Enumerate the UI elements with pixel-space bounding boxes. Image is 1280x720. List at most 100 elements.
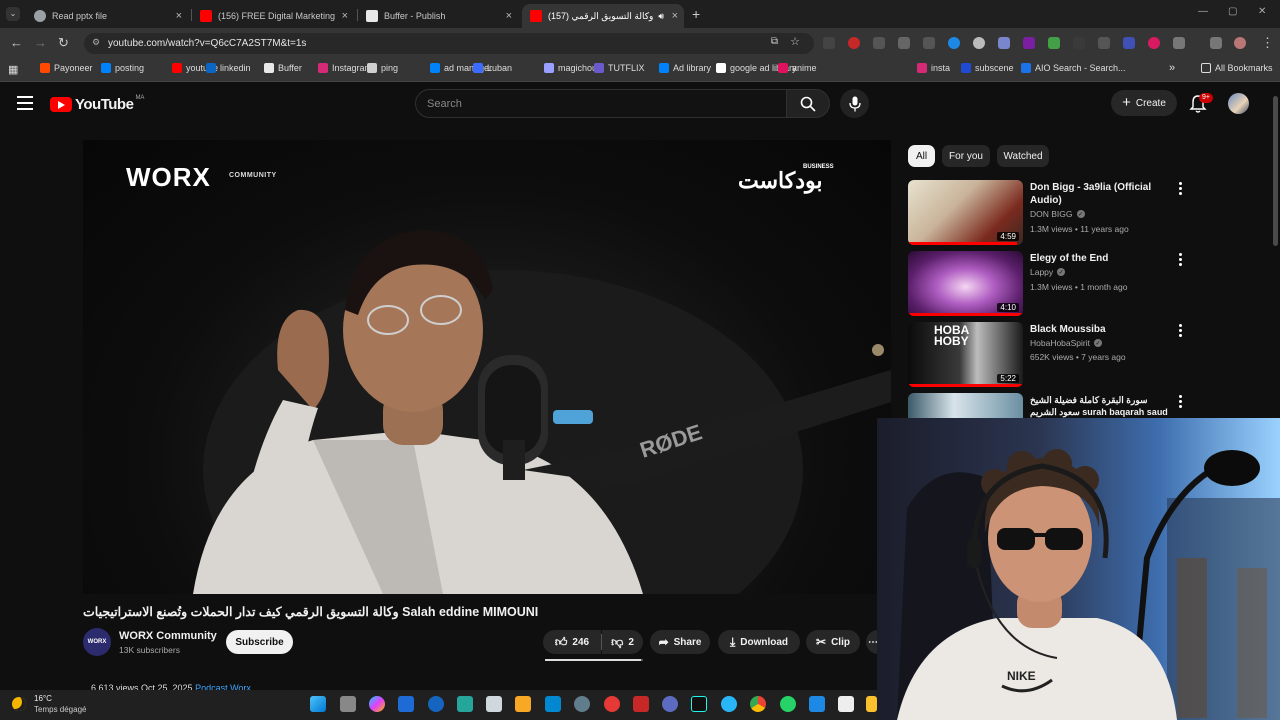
fx-extension-icon[interactable] — [823, 37, 835, 49]
bookmark-star-icon[interactable]: ☆ — [790, 35, 800, 48]
close-icon[interactable]: × — [672, 10, 678, 22]
app-l-icon[interactable] — [398, 696, 414, 712]
bookmark-item[interactable]: posting — [101, 63, 144, 73]
tab-search-button[interactable]: ⌄ — [6, 7, 20, 21]
search-button[interactable] — [786, 89, 830, 118]
opera-icon[interactable] — [604, 696, 620, 712]
bookmark-item[interactable]: insta — [917, 63, 950, 73]
task-view-icon[interactable] — [340, 696, 356, 712]
more-options-icon[interactable] — [1179, 253, 1183, 267]
bookmark-item[interactable]: Buffer — [264, 63, 302, 73]
hamburger-menu-icon[interactable] — [17, 96, 33, 110]
file-explorer-icon[interactable] — [866, 696, 877, 712]
store-icon[interactable] — [515, 696, 531, 712]
globe-extension-icon[interactable] — [973, 37, 985, 49]
weather-temperature[interactable]: 16°C — [34, 694, 52, 703]
all-bookmarks-folder[interactable]: All Bookmarks — [1201, 63, 1273, 73]
bookmark-item[interactable]: ping — [367, 63, 398, 73]
camera-extension-icon[interactable] — [898, 37, 910, 49]
bookmark-item[interactable]: TUTFLIX — [594, 63, 645, 73]
like-button[interactable]: 👍︎ 246 — [543, 630, 601, 654]
scrollbar-thumb[interactable] — [1273, 96, 1278, 246]
more-options-icon[interactable] — [1179, 182, 1183, 196]
maximize-icon[interactable]: ▢ — [1228, 6, 1237, 17]
tab-digital-marketing[interactable]: (156) FREE Digital Marketing Co × — [192, 4, 354, 28]
close-window-icon[interactable]: ✕ — [1258, 6, 1266, 17]
close-icon[interactable]: × — [342, 10, 348, 22]
chip-watched[interactable]: Watched — [997, 145, 1049, 167]
chip-all[interactable]: All — [908, 145, 935, 167]
recommendation-title[interactable]: Elegy of the End — [1030, 252, 1170, 265]
bookmark-item[interactable]: Luban — [473, 63, 512, 73]
channel-avatar[interactable]: WORX — [83, 628, 111, 656]
app-red-badge-icon[interactable] — [633, 696, 649, 712]
app-globe-icon[interactable] — [662, 696, 678, 712]
tab-read-pptx[interactable]: Read pptx file × — [26, 4, 188, 28]
bookmark-item[interactable]: anime — [778, 63, 817, 73]
shield-extension-icon[interactable] — [998, 37, 1010, 49]
minimize-icon[interactable]: — — [1198, 6, 1208, 17]
tool-extension-icon[interactable] — [1098, 37, 1110, 49]
close-icon[interactable]: × — [176, 10, 182, 22]
settings-gear-icon[interactable] — [574, 696, 590, 712]
apps-grid-icon[interactable]: ▦ — [8, 63, 18, 76]
bookmark-item[interactable]: subscene — [961, 63, 1014, 73]
weather-description[interactable]: Temps dégagé — [34, 705, 86, 714]
green-extension-icon[interactable] — [1048, 37, 1060, 49]
recommendation-thumbnail[interactable]: 4:10 — [908, 251, 1023, 316]
install-app-icon[interactable]: ⧉ — [771, 36, 778, 47]
pink-extension-icon[interactable] — [1148, 37, 1160, 49]
bookmark-item[interactable]: linkedin — [206, 63, 251, 73]
recommendation-title[interactable]: Black Moussiba — [1030, 323, 1170, 336]
back-icon[interactable]: ← — [10, 35, 23, 50]
copilot-icon[interactable] — [369, 696, 385, 712]
search-input[interactable]: Search — [415, 89, 787, 118]
telegram-icon[interactable] — [721, 696, 737, 712]
new-tab-button[interactable]: + — [692, 6, 700, 22]
bookmark-item[interactable]: Ad library — [659, 63, 711, 73]
tiktok-icon[interactable] — [691, 696, 707, 712]
blue-extension-icon[interactable] — [948, 37, 960, 49]
forward-icon[interactable]: → — [34, 35, 47, 50]
tab-active-video[interactable]: (157) وكالة التسويق الرقمي 🔊︎ × — [522, 4, 684, 28]
account-avatar[interactable] — [1228, 93, 1249, 114]
chrome-icon[interactable] — [750, 696, 766, 712]
close-icon[interactable]: × — [506, 10, 512, 22]
recommendation-title[interactable]: Don Bigg - 3a9lia (Official Audio) — [1030, 181, 1170, 207]
profile-icon[interactable] — [1234, 37, 1246, 49]
bookmark-item[interactable]: Instagram — [318, 63, 372, 73]
bookmark-item[interactable]: Payoneer — [40, 63, 93, 73]
purple-extension-icon[interactable] — [1023, 37, 1035, 49]
tab-buffer[interactable]: Buffer - Publish × — [358, 4, 518, 28]
audio-playing-icon[interactable]: 🔊︎ — [658, 11, 664, 22]
more-options-icon[interactable] — [1179, 324, 1183, 338]
keyboard-extension-icon[interactable] — [923, 37, 935, 49]
download-button[interactable]: ⤓ Download — [718, 630, 800, 654]
create-button[interactable]: + Create — [1111, 90, 1177, 116]
channel-name[interactable]: WORX Community — [119, 630, 217, 642]
grid-extension-icon[interactable] — [873, 37, 885, 49]
red-extension-icon[interactable] — [848, 37, 860, 49]
weather-moon-icon[interactable] — [12, 697, 26, 711]
site-info-icon[interactable]: ⚙ — [92, 37, 100, 48]
browser-menu-icon[interactable]: ⋮ — [1261, 35, 1274, 51]
recommendation-channel[interactable]: Lappy ✓ — [1030, 267, 1066, 277]
tag-extension-icon[interactable] — [1123, 37, 1135, 49]
app-blue-circle-icon[interactable] — [428, 696, 444, 712]
recommendation-channel[interactable]: HobaHobaSpirit ✓ — [1030, 338, 1103, 348]
address-bar[interactable]: ⚙ youtube.com/watch?v=Q6cC7A2ST7M&t=1s ⧉… — [84, 33, 814, 54]
whatsapp-icon[interactable] — [780, 696, 796, 712]
reload-icon[interactable]: ↻ — [58, 35, 69, 51]
app-leaf-icon[interactable] — [457, 696, 473, 712]
windows-start-icon[interactable] — [310, 696, 326, 712]
recommendation-thumbnail[interactable]: HOBA HOBY 5:22 — [908, 322, 1023, 387]
subscribe-button[interactable]: Subscribe — [226, 630, 293, 654]
youtube-logo[interactable]: YouTube MA — [50, 95, 144, 113]
clip-button[interactable]: ✂ Clip — [806, 630, 860, 654]
dislike-button[interactable]: 👎︎ 2 — [602, 630, 643, 654]
video-player[interactable]: WORX COMMUNITY BUSINESS بودكاست RØDE — [83, 140, 891, 594]
recommendation-thumbnail[interactable]: 4:59 — [908, 180, 1023, 245]
voice-search-button[interactable] — [840, 89, 869, 118]
mail-icon[interactable] — [545, 696, 561, 712]
recommendation-thumbnail[interactable] — [908, 393, 1023, 418]
